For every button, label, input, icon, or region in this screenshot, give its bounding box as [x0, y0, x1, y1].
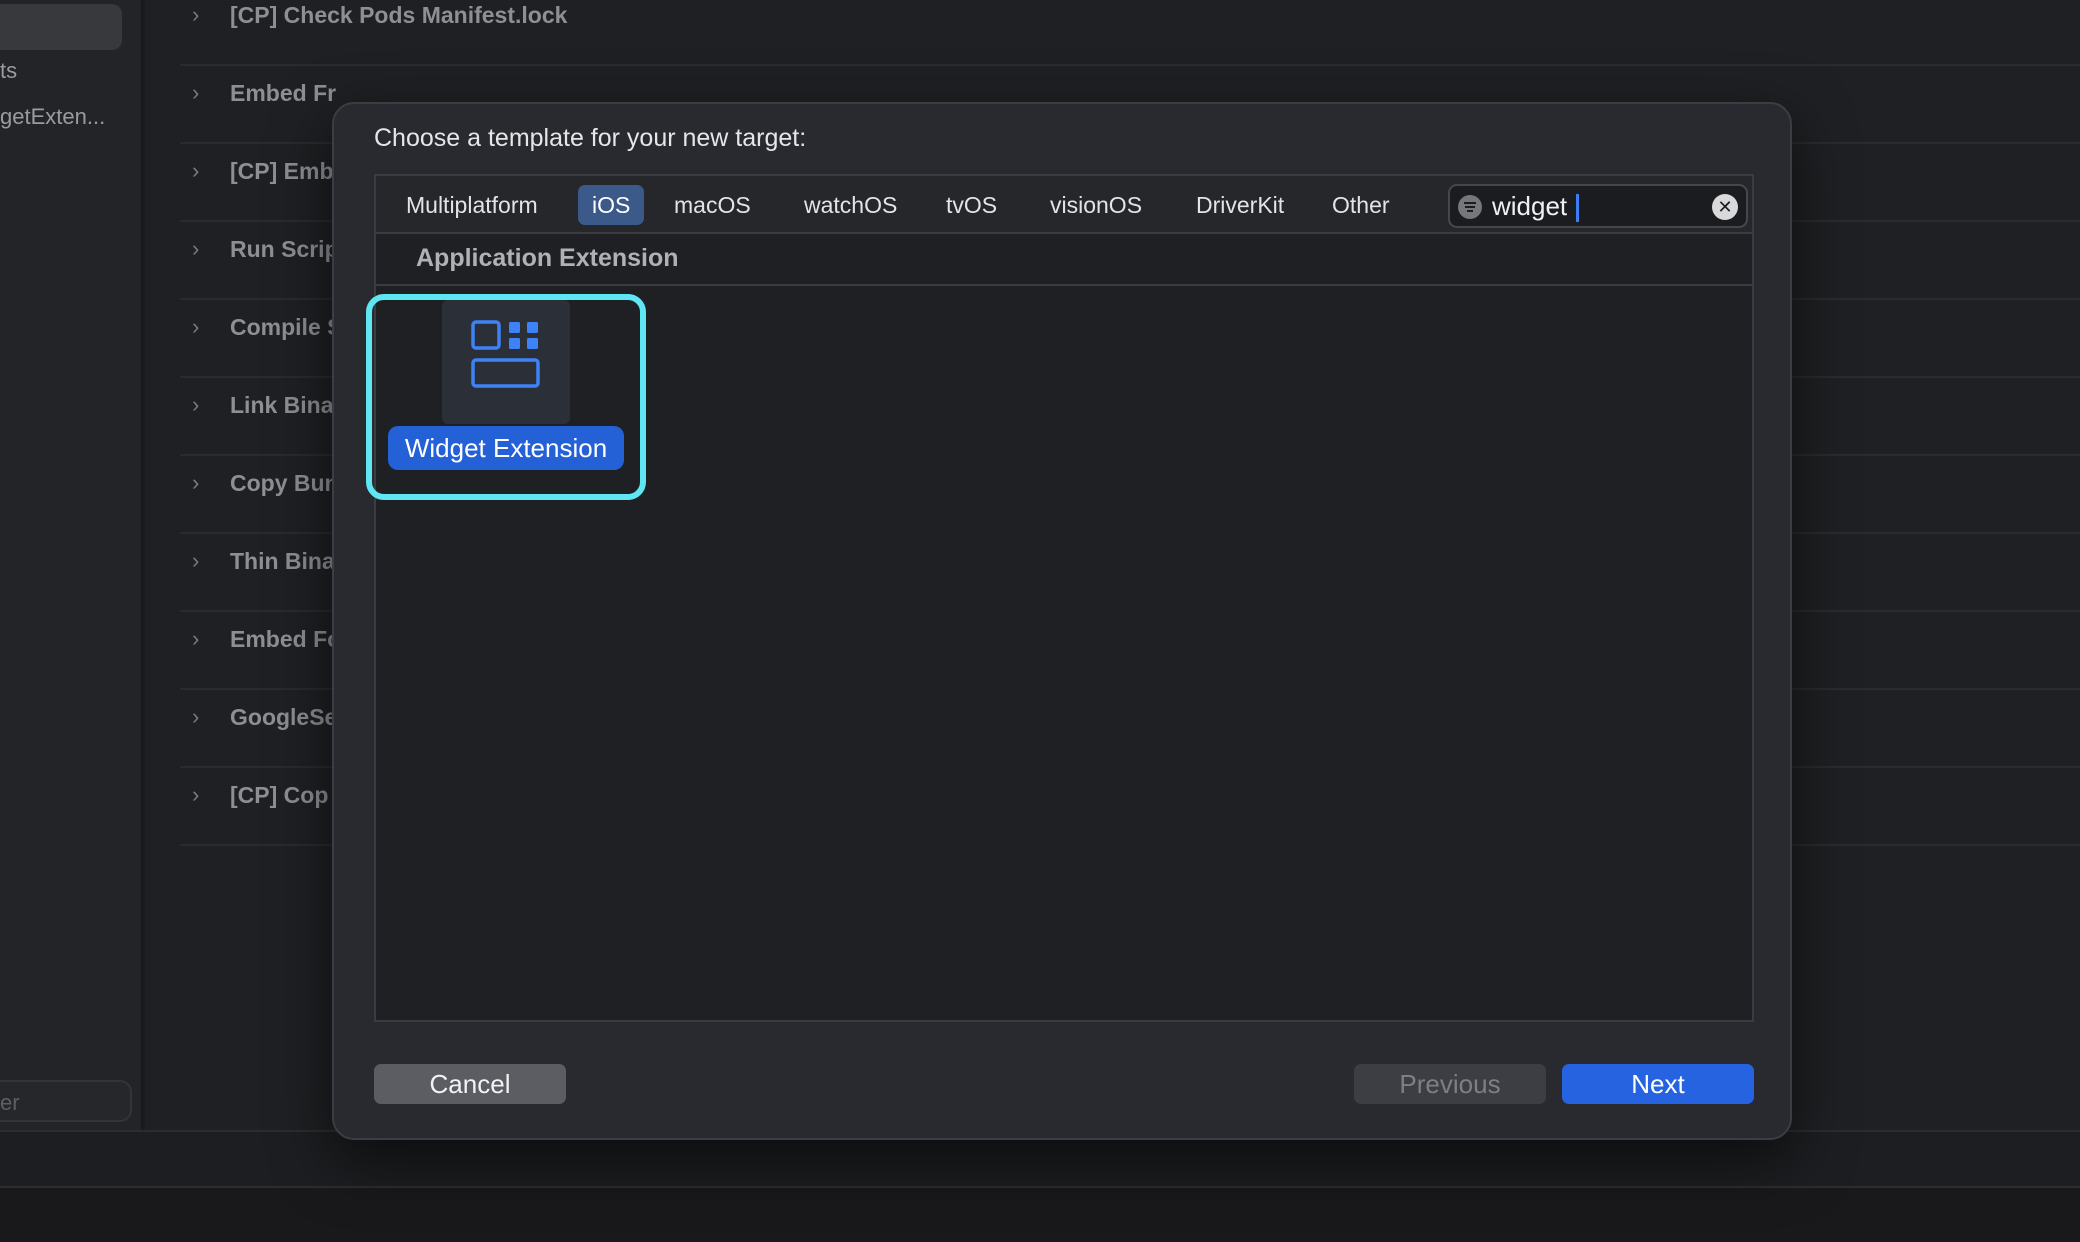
tab-multiplatform[interactable]: Multiplatform: [392, 185, 552, 225]
build-phase-row[interactable]: › [CP] Check Pods Manifest.lock: [180, 0, 2080, 66]
chevron-right-icon[interactable]: ›: [192, 236, 199, 262]
platform-tabbar: Multiplatform iOS macOS watchOS tvOS vis…: [376, 176, 1752, 234]
build-phase-label: Thin Bina: [230, 548, 335, 574]
section-title: Application Extension: [416, 244, 679, 272]
tab-tvos[interactable]: tvOS: [932, 185, 1011, 225]
previous-button[interactable]: Previous: [1354, 1064, 1546, 1104]
filter-icon: [1458, 195, 1482, 219]
build-phase-label: Copy Bun: [230, 470, 339, 496]
chevron-right-icon[interactable]: ›: [192, 704, 199, 730]
tab-visionos[interactable]: visionOS: [1036, 185, 1156, 225]
chevron-right-icon[interactable]: ›: [192, 158, 199, 184]
tab-macos[interactable]: macOS: [660, 185, 765, 225]
build-phase-label: Embed Fr: [230, 80, 337, 106]
build-phase-label: Embed Fo: [230, 626, 342, 652]
tab-other[interactable]: Other: [1318, 185, 1404, 225]
sheet-title: Choose a template for your new target:: [374, 124, 807, 152]
build-phase-label: GoogleSe: [230, 704, 338, 730]
sidebar-selected-row[interactable]: [0, 4, 122, 50]
tab-watchos[interactable]: watchOS: [790, 185, 911, 225]
chevron-right-icon[interactable]: ›: [192, 782, 199, 808]
template-widget-extension[interactable]: [366, 294, 646, 500]
chevron-right-icon[interactable]: ›: [192, 314, 199, 340]
chevron-right-icon[interactable]: ›: [192, 470, 199, 496]
navigator-sidebar: ts getExten... er: [0, 0, 143, 1130]
chevron-right-icon[interactable]: ›: [192, 80, 199, 106]
next-button[interactable]: Next: [1562, 1064, 1754, 1104]
sidebar-item-target-partial[interactable]: getExten...: [0, 104, 105, 130]
clear-search-icon[interactable]: ✕: [1712, 194, 1738, 220]
status-bar: [0, 1186, 2080, 1242]
build-phase-label: [CP] Cop: [230, 782, 329, 808]
tab-ios[interactable]: iOS: [578, 185, 645, 225]
build-phase-label: [CP] Emb: [230, 158, 334, 184]
build-phase-label: Compile S: [230, 314, 343, 340]
new-target-template-sheet: Choose a template for your new target: M…: [332, 102, 1792, 1140]
text-caret: [1576, 194, 1579, 222]
search-input[interactable]: [1492, 189, 1702, 223]
build-phase-label: Link Bina: [230, 392, 334, 418]
build-phase-label: [CP] Check Pods Manifest.lock: [230, 2, 568, 28]
cancel-button[interactable]: Cancel: [374, 1064, 566, 1104]
tab-driverkit[interactable]: DriverKit: [1182, 185, 1298, 225]
chevron-right-icon[interactable]: ›: [192, 626, 199, 652]
sidebar-filter-field[interactable]: er: [0, 1080, 132, 1122]
section-header: Application Extension: [376, 234, 1752, 286]
sidebar-item-partial[interactable]: ts: [0, 58, 17, 84]
chevron-right-icon[interactable]: ›: [192, 2, 199, 28]
chevron-right-icon[interactable]: ›: [192, 392, 199, 418]
chevron-right-icon[interactable]: ›: [192, 548, 199, 574]
build-phase-label: Run Scrip: [230, 236, 339, 262]
template-search-field[interactable]: ✕: [1448, 184, 1748, 228]
